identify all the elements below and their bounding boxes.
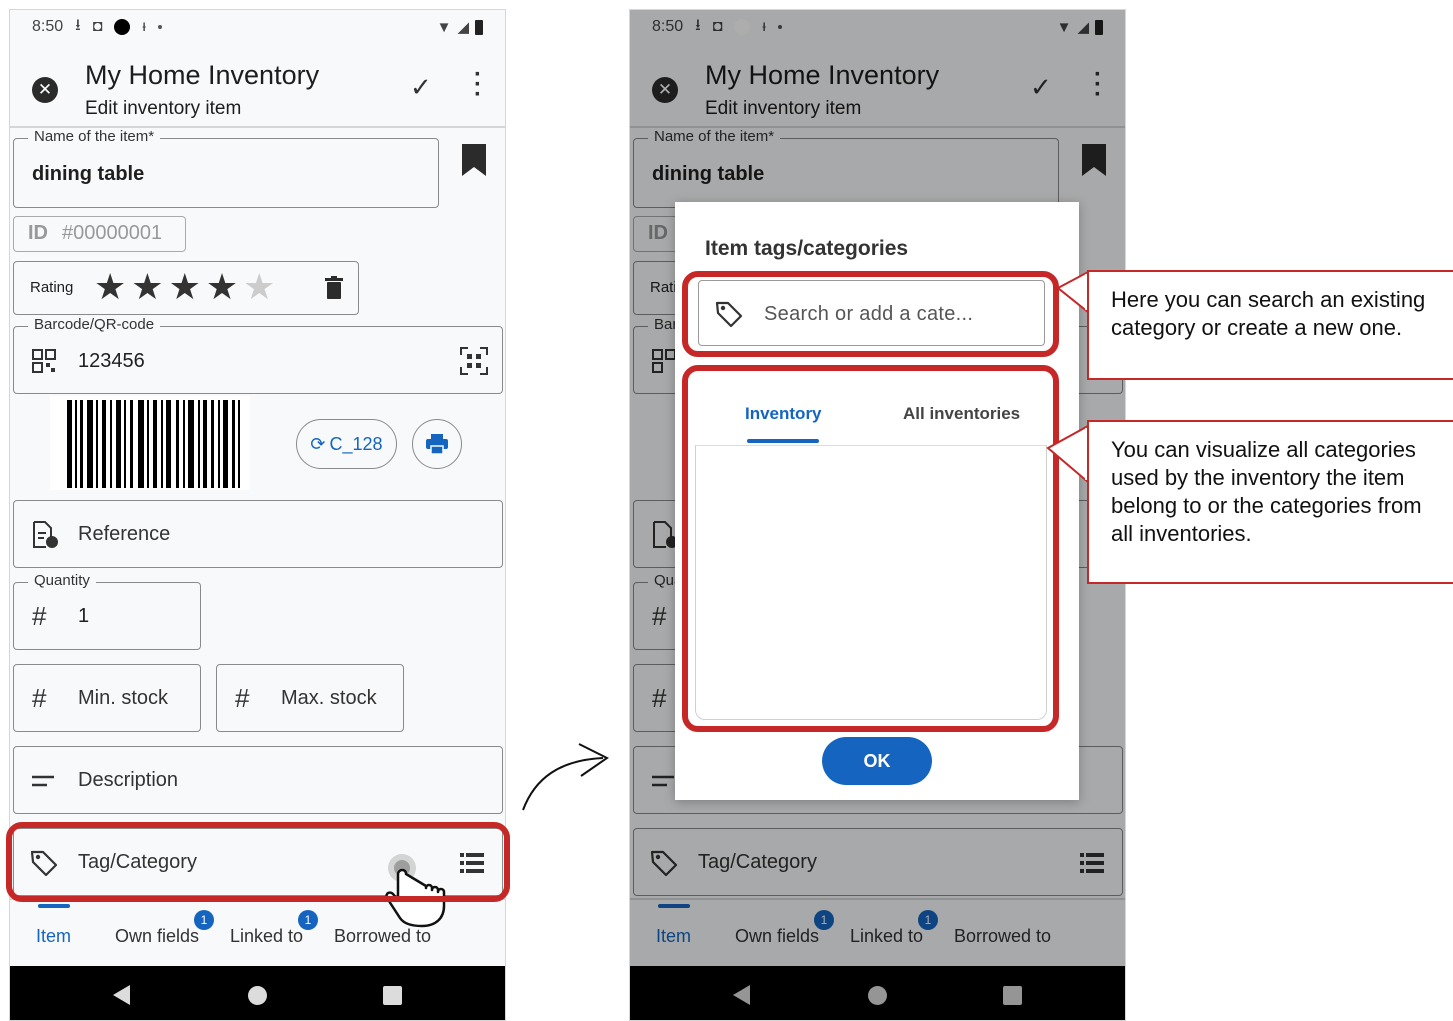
callout-search: Here you can search an existing category… [1087,270,1453,380]
battery-icon [475,19,483,35]
star-empty-icon[interactable]: ★ [243,268,275,306]
max-stock-field[interactable]: # Max. stock [216,664,404,732]
cell-signal-icon: ◢ [457,19,469,36]
star-filled-icon[interactable]: ★ [94,268,126,306]
more-notifications-icon [157,25,162,29]
print-icon [426,434,448,454]
min-stock-placeholder: Min. stock [78,687,169,709]
rating-field: Rating ★ ★ ★ ★ ★ [13,261,359,315]
active-tab-indicator [38,904,70,908]
description-field[interactable]: Description [13,746,503,814]
highlight-search [682,271,1059,357]
quantity-value: 1 [78,605,90,627]
nav-item-borrowed-to[interactable]: Borrowed to [334,926,431,947]
app-bar: ✕ My Home Inventory Edit inventory item … [10,44,505,128]
nav-item-own-fields[interactable]: Own fields [115,926,199,947]
arrow-right-icon [522,743,609,811]
highlight-tag-field [6,822,510,902]
highlight-tabs [682,365,1059,732]
ok-button[interactable]: OK [822,737,932,785]
print-button[interactable] [412,419,462,469]
nav-item-item[interactable]: Item [36,926,71,947]
id-value: #00000001 [62,222,163,244]
document-info-icon [33,521,58,548]
star-filled-icon[interactable]: ★ [169,268,201,306]
recent-apps-icon[interactable] [383,986,402,1005]
status-time: 8:50 [32,18,64,35]
nav-item-linked-to[interactable]: Linked to [230,926,303,947]
quantity-label: Quantity [28,572,96,589]
barcode-field[interactable]: Barcode/QR-code 123456 [13,316,503,394]
item-name-field[interactable]: Name of the item* dining table [13,128,439,208]
barcode-image [50,396,250,490]
system-navigation-bar [10,966,505,1020]
id-field: ID #00000001 [13,216,186,252]
bottom-navigation: Item Own fields 1 Linked to 1 Borrowed t… [10,898,505,966]
star-filled-icon[interactable]: ★ [206,268,238,306]
app-title: My Home Inventory [85,60,320,90]
bookmark-icon[interactable] [460,142,488,178]
item-name-value: dining table [32,163,145,185]
callout-search-text: Here you can search an existing category… [1111,287,1426,340]
delete-icon[interactable] [325,276,343,299]
id-prefix: ID [28,222,48,244]
app-subtitle: Edit inventory item [85,98,242,119]
max-stock-placeholder: Max. stock [281,687,377,709]
close-icon[interactable]: ✕ [32,77,58,103]
hash-icon: # [32,601,47,631]
status-bar: 8:50 ⭳ ◘ ᵻ ▼ ◢ [10,10,505,44]
barcode-value: 123456 [78,350,145,372]
callout-tabs-text: You can visualize all categories used by… [1111,437,1422,546]
signal-small-icon: ᵻ [142,18,146,35]
barcode-type-label: C_128 [329,433,383,454]
min-stock-field[interactable]: # Min. stock [13,664,201,732]
wifi-icon: ▼ [436,18,452,36]
short-text-icon [32,775,54,787]
more-vert-icon[interactable]: · · · [472,63,484,107]
back-icon[interactable] [113,985,130,1005]
rating-label: Rating [30,279,74,296]
qr-code-icon [32,349,56,373]
hash-icon: # [32,683,47,713]
home-icon[interactable] [248,986,267,1005]
download-icon: ⭳ [75,16,81,34]
refresh-icon: ⟳ [310,433,326,454]
qr-scan-icon[interactable] [460,347,488,375]
dialog-title: Item tags/categories [705,237,909,260]
barcode-type-button[interactable]: ⟳ C_128 [296,419,397,469]
callout-tabs: You can visualize all categories used by… [1087,420,1453,584]
check-icon[interactable]: ✓ [410,72,432,103]
notification-dot-icon [114,19,131,35]
reference-field[interactable]: Reference [13,500,503,568]
description-placeholder: Description [78,769,179,791]
own-fields-badge: 1 [194,910,214,930]
hash-icon: # [235,683,250,713]
barcode-label: Barcode/QR-code [28,316,161,333]
reference-placeholder: Reference [78,523,171,545]
quantity-field[interactable]: Quantity # 1 [13,572,201,650]
star-filled-icon[interactable]: ★ [131,268,163,306]
item-name-label: Name of the item* [28,128,161,145]
linked-to-badge: 1 [298,910,318,930]
rating-stars[interactable]: ★ ★ ★ ★ ★ [94,268,275,306]
image-icon: ◘ [92,18,103,35]
